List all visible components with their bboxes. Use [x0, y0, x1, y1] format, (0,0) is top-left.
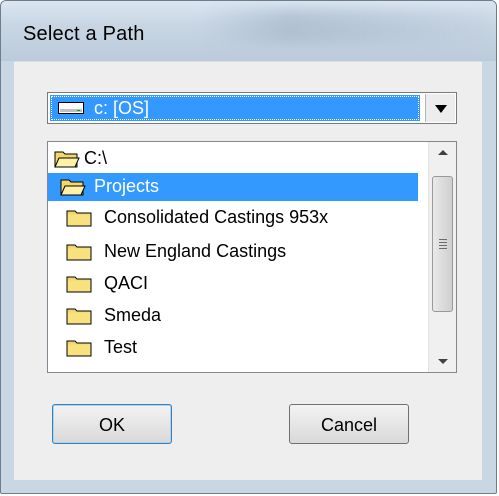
title-bar[interactable]: Select a Path — [1, 1, 496, 61]
select-path-dialog: Select a Path c: [OS] C:\ Projects Conso… — [0, 0, 497, 494]
ok-button[interactable]: OK — [52, 404, 172, 444]
open-folder-icon — [60, 179, 86, 196]
scroll-down-button[interactable] — [429, 350, 456, 372]
folder-icon — [66, 210, 92, 227]
grip-line — [439, 245, 447, 246]
grip-line — [439, 248, 447, 249]
list-item[interactable]: Test — [48, 334, 418, 362]
drive-dropdown[interactable]: c: [OS] — [47, 92, 457, 124]
list-item-label: New England Castings — [104, 241, 287, 261]
title-bar-glass — [201, 9, 491, 43]
scroll-thumb[interactable] — [432, 176, 453, 312]
folder-icon — [66, 244, 92, 261]
dialog-title: Select a Path — [23, 23, 145, 45]
chevron-down-icon — [438, 359, 448, 364]
list-item-selected[interactable]: Projects — [48, 173, 418, 201]
list-item-label: Consolidated Castings 953x — [104, 207, 329, 227]
drive-icon — [58, 102, 84, 114]
list-item-label: QACI — [104, 273, 149, 293]
drive-dropdown-button[interactable] — [425, 94, 455, 122]
folder-icon — [66, 276, 92, 293]
dialog-body: c: [OS] C:\ Projects Consolidated Castin… — [14, 61, 482, 480]
list-item-label: Smeda — [104, 305, 162, 325]
folder-icon — [66, 340, 92, 357]
list-item-label: C:\ — [84, 148, 108, 168]
folder-icon — [66, 308, 92, 325]
vertical-scrollbar[interactable] — [428, 142, 456, 372]
chevron-up-icon — [438, 150, 448, 155]
drive-label: c: [OS] — [94, 98, 150, 118]
cancel-button[interactable]: Cancel — [289, 404, 409, 444]
grip-line — [439, 242, 447, 243]
list-item-label: Test — [104, 337, 138, 357]
list-item[interactable]: QACI — [48, 270, 418, 298]
folder-list[interactable]: C:\ Projects Consolidated Castings 953x — [47, 141, 457, 373]
grip-line — [439, 239, 447, 240]
list-item[interactable]: Smeda — [48, 302, 418, 330]
open-folder-icon — [54, 151, 80, 168]
list-item[interactable]: C:\ — [48, 145, 418, 173]
drive-selected-value[interactable]: c: [OS] — [50, 95, 420, 121]
list-item[interactable]: New England Castings — [48, 238, 418, 266]
scroll-up-button[interactable] — [429, 142, 456, 164]
list-item[interactable]: Consolidated Castings 953x — [48, 204, 418, 232]
chevron-down-icon — [435, 105, 447, 113]
list-item-label: Projects — [94, 176, 160, 196]
